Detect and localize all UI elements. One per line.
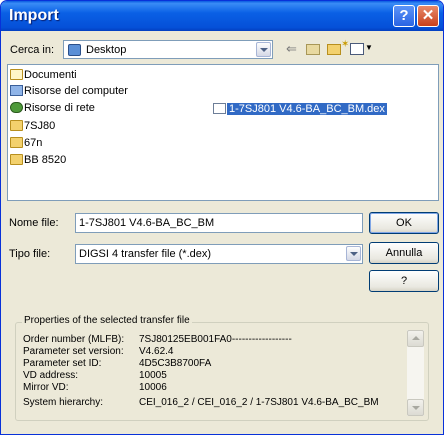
list-item-label: 67n [24, 137, 43, 149]
title-bar[interactable]: Import ? ✕ [1, 1, 443, 31]
selected-file-label: 1-7SJ801 V4.6-BA_BC_BM.dex [227, 103, 387, 115]
list-item[interactable]: Risorse del computer [10, 84, 128, 99]
filename-label: Nome file: [9, 217, 59, 229]
property-row: VD address: 10005 [23, 370, 167, 382]
filetype-label: Tipo file: [9, 248, 51, 260]
list-item-label: 7SJ80 [24, 120, 56, 132]
property-row: Parameter set ID: 4D5C3B8700FA [23, 358, 211, 370]
property-key: VD address: [23, 370, 79, 381]
property-row: System hierarchy: CEI_016_2 / CEI_016_2 /… [23, 397, 379, 409]
chevron-down-icon[interactable] [346, 246, 361, 261]
scroll-up-icon[interactable] [407, 330, 424, 347]
property-value: 10005 [139, 370, 167, 381]
property-key: Order number (MLFB): [23, 334, 125, 345]
lookin-label: Cerca in: [10, 44, 55, 56]
property-row: Order number (MLFB): 7SJ80125EB001FA0----… [23, 334, 292, 346]
list-item-label: BB 8520 [24, 154, 67, 166]
cancel-button[interactable]: Annulla [369, 242, 439, 264]
close-button[interactable]: ✕ [417, 5, 439, 27]
folder-icon [10, 154, 23, 165]
dex-file-icon [213, 103, 226, 114]
list-item[interactable]: BB 8520 [10, 153, 66, 168]
list-item[interactable]: Documenti [10, 68, 77, 83]
property-value: CEI_016_2 / CEI_016_2 / 1-7SJ801 V4.6-BA… [139, 397, 379, 408]
filename-input[interactable]: 1-7SJ801 V4.6-BA_BC_BM [75, 213, 363, 233]
ok-button[interactable]: OK [369, 212, 439, 234]
window-title: Import [9, 7, 59, 24]
folder-icon [10, 69, 23, 80]
chevron-down-icon[interactable] [256, 42, 271, 57]
list-item[interactable]: 7SJ80 [10, 119, 55, 134]
scroll-down-icon[interactable] [407, 399, 424, 416]
desktop-icon [68, 44, 81, 56]
property-key: Parameter set version: [23, 346, 124, 357]
folder-icon [10, 137, 23, 148]
list-item-label: Risorse del computer [24, 85, 128, 97]
property-key: Parameter set ID: [23, 358, 102, 369]
help-title-button[interactable]: ? [393, 5, 415, 27]
lookin-combo[interactable]: Desktop [63, 40, 273, 59]
view-menu-arrow-icon[interactable]: ▼ [365, 41, 373, 55]
up-folder-icon[interactable] [306, 44, 320, 55]
help-button[interactable]: ? [369, 270, 439, 292]
list-item-selected-file[interactable]: 1-7SJ801 V4.6-BA_BC_BM.dex [213, 102, 387, 117]
list-item[interactable]: Risorse di rete [10, 101, 95, 116]
computer-icon [10, 85, 23, 96]
back-icon[interactable]: ⇐ [286, 42, 297, 56]
file-list[interactable]: Documenti Risorse del computer Risorse d… [7, 64, 439, 201]
network-icon [10, 102, 23, 113]
folder-icon [10, 120, 23, 131]
property-value: 4D5C3B8700FA [139, 358, 212, 369]
property-row: Mirror VD: 10006 [23, 382, 167, 394]
list-item-label: Risorse di rete [24, 102, 95, 114]
property-key: Mirror VD: [23, 382, 69, 393]
property-value: V4.62.4 [139, 346, 174, 357]
lookin-value: Desktop [86, 44, 127, 56]
import-dialog: Import ? ✕ Cerca in: Desktop ⇐ ✶ ▼ Docum… [0, 0, 444, 435]
sparkle-icon: ✶ [341, 39, 350, 50]
properties-scrollbar[interactable] [407, 330, 424, 416]
filename-value: 1-7SJ801 V4.6-BA_BC_BM [79, 217, 215, 229]
filetype-combo[interactable]: DIGSI 4 transfer file (*.dex) [75, 244, 363, 264]
list-item[interactable]: 67n [10, 136, 42, 151]
filetype-value: DIGSI 4 transfer file (*.dex) [79, 248, 212, 260]
new-folder-icon[interactable] [327, 44, 341, 55]
property-row: Parameter set version: V4.62.4 [23, 346, 173, 358]
view-menu-icon[interactable] [350, 43, 364, 55]
property-value: 10006 [139, 382, 167, 393]
properties-title: Properties of the selected transfer file [22, 315, 192, 326]
property-key: System hierarchy: [23, 397, 104, 408]
list-item-label: Documenti [24, 69, 77, 81]
property-value: 7SJ80125EB001FA0------------------ [139, 334, 292, 345]
